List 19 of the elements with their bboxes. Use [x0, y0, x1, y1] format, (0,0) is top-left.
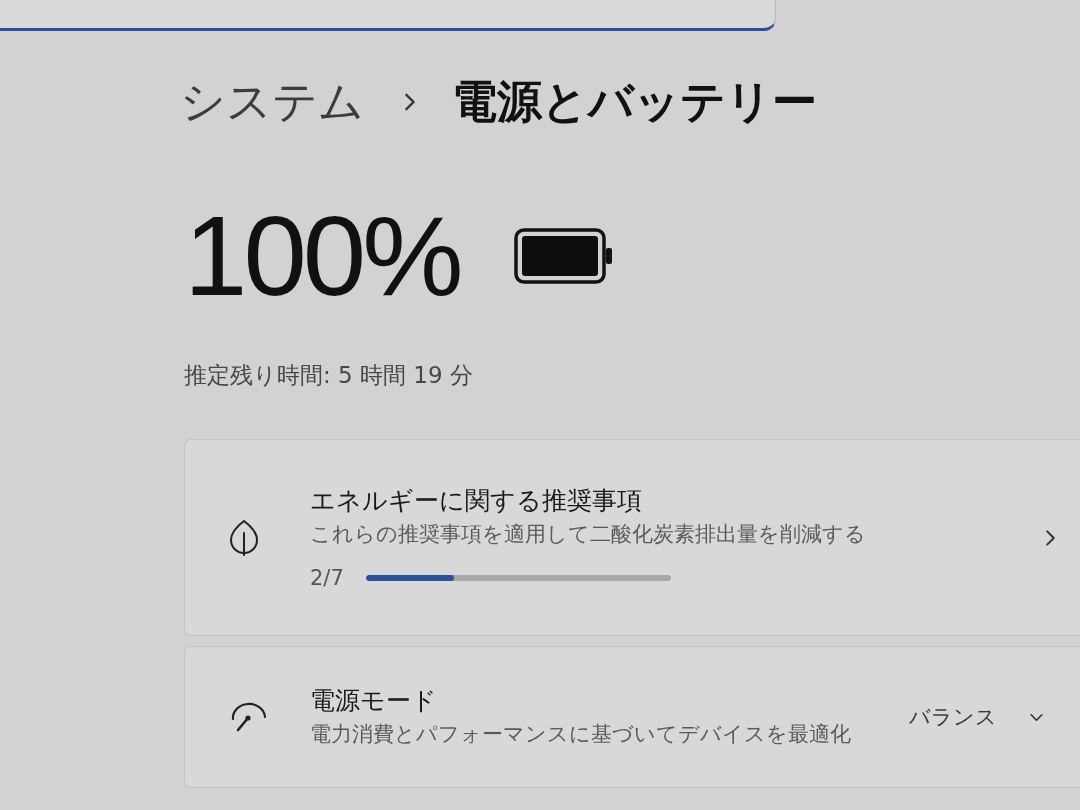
recommendations-card[interactable]: エネルギーに関する推奨事項 これらの推奨事項を適用して二酸化炭素排出量を削減する 2/7 — [184, 439, 1080, 636]
gauge-icon — [229, 701, 269, 733]
leaf-icon — [229, 518, 259, 557]
battery-percentage: 100% — [183, 201, 460, 311]
card-description: これらの推奨事項を適用して二酸化炭素排出量を削減する — [310, 520, 867, 548]
chevron-down-icon — [1029, 712, 1044, 722]
power-mode-dropdown[interactable]: バランス — [899, 697, 1054, 737]
card-description: 電力消費とパフォーマンスに基づいてデバイスを最適化 — [310, 721, 852, 748]
chevron-right-icon — [404, 92, 416, 112]
chevron-right-icon — [1045, 528, 1056, 547]
progress-label: 2/7 — [310, 564, 344, 592]
card-title: 電源モード — [310, 685, 438, 717]
page-title: 電源とバッテリー — [452, 74, 817, 130]
breadcrumb-link[interactable]: システム — [180, 72, 364, 132]
power-mode-card[interactable]: 電源モード 電力消費とパフォーマンスに基づいてデバイスを最適化 バランス — [184, 646, 1080, 788]
battery-icon — [513, 228, 614, 284]
remaining-time-text: 推定残り時間: 5 時間 19 分 — [183, 361, 474, 390]
card-title: エネルギーに関する推奨事項 — [310, 484, 643, 517]
input-field[interactable] — [0, 0, 776, 31]
